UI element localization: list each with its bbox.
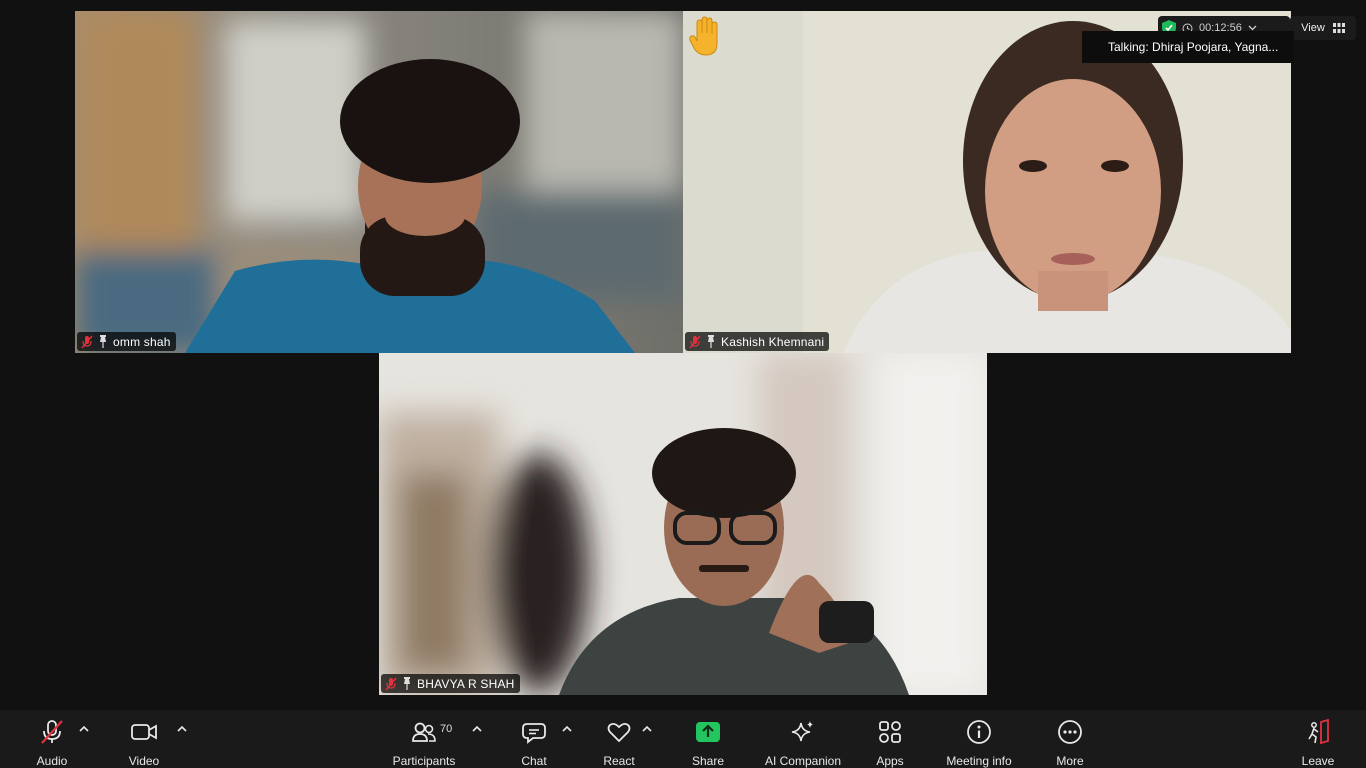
ai-companion-label: AI Companion (764, 754, 842, 768)
participants-options-chevron-up-icon[interactable] (471, 724, 483, 734)
chat-bubble-icon (522, 723, 546, 744)
chat-options-chevron-up-icon[interactable] (561, 724, 573, 734)
video-label: Video (128, 754, 160, 768)
meeting-info-button[interactable]: Meeting info (942, 710, 1016, 768)
pin-icon (100, 335, 106, 348)
microphone-muted-icon (41, 720, 63, 744)
video-tile-omm-shah[interactable]: omm shah (75, 11, 683, 353)
raised-hand-icon (689, 16, 718, 56)
chat-label: Chat (521, 754, 547, 768)
view-button[interactable]: View (1290, 16, 1356, 40)
grid-view-icon (1332, 22, 1345, 33)
talking-indicator: Talking: Dhiraj Poojara, Yagna... (1082, 31, 1294, 63)
more-label: More (1056, 754, 1084, 768)
info-icon (967, 720, 991, 744)
camera-icon (131, 724, 157, 740)
apps-button[interactable]: Apps (870, 710, 910, 768)
audio-label: Audio (36, 754, 68, 768)
participants-count: 70 (440, 723, 453, 735)
muted-mic-icon (81, 335, 93, 348)
react-button[interactable]: React (598, 710, 640, 768)
participant-video-feed (379, 353, 987, 695)
muted-mic-icon (385, 677, 397, 690)
name-tag: Kashish Khemnani (685, 332, 830, 351)
meeting-toolbar: Audio Video Participants 70 Chat React S… (0, 710, 1366, 768)
participant-video-feed (75, 11, 683, 353)
exit-door-icon (1308, 719, 1329, 745)
video-tile-bhavya-r-shah[interactable]: BHAVYA R SHAH (379, 353, 987, 695)
audio-button[interactable]: Audio (28, 710, 76, 768)
ai-companion-button[interactable]: AI Companion (762, 710, 844, 768)
apps-icon (879, 721, 901, 743)
pin-icon (708, 335, 714, 348)
heart-icon (607, 722, 631, 743)
participant-name: Kashish Khemnani (721, 334, 825, 349)
leave-button[interactable]: Leave (1298, 710, 1338, 768)
apps-label: Apps (876, 754, 904, 768)
people-icon (412, 722, 436, 742)
muted-mic-icon (689, 335, 701, 348)
more-button[interactable]: More (1050, 710, 1090, 768)
share-upload-icon (696, 722, 720, 742)
audio-options-chevron-up-icon[interactable] (78, 724, 90, 734)
react-options-chevron-up-icon[interactable] (641, 724, 653, 734)
sparkle-icon (791, 721, 813, 742)
meeting-info-label: Meeting info (946, 754, 1012, 768)
name-tag: omm shah (77, 332, 176, 351)
view-label: View (1301, 22, 1325, 34)
participants-button[interactable]: Participants (390, 710, 458, 768)
leave-label: Leave (1301, 754, 1335, 768)
chat-button[interactable]: Chat (514, 710, 554, 768)
pin-icon (404, 677, 410, 690)
name-tag: BHAVYA R SHAH (381, 674, 520, 693)
react-label: React (603, 754, 635, 768)
video-button[interactable]: Video (122, 710, 166, 768)
participant-name: omm shah (113, 334, 171, 349)
participants-label: Participants (392, 754, 456, 768)
share-label: Share (691, 754, 725, 768)
participant-name: BHAVYA R SHAH (417, 676, 515, 691)
more-dots-icon (1058, 720, 1082, 744)
video-options-chevron-up-icon[interactable] (176, 724, 188, 734)
share-button[interactable]: Share (686, 710, 730, 768)
